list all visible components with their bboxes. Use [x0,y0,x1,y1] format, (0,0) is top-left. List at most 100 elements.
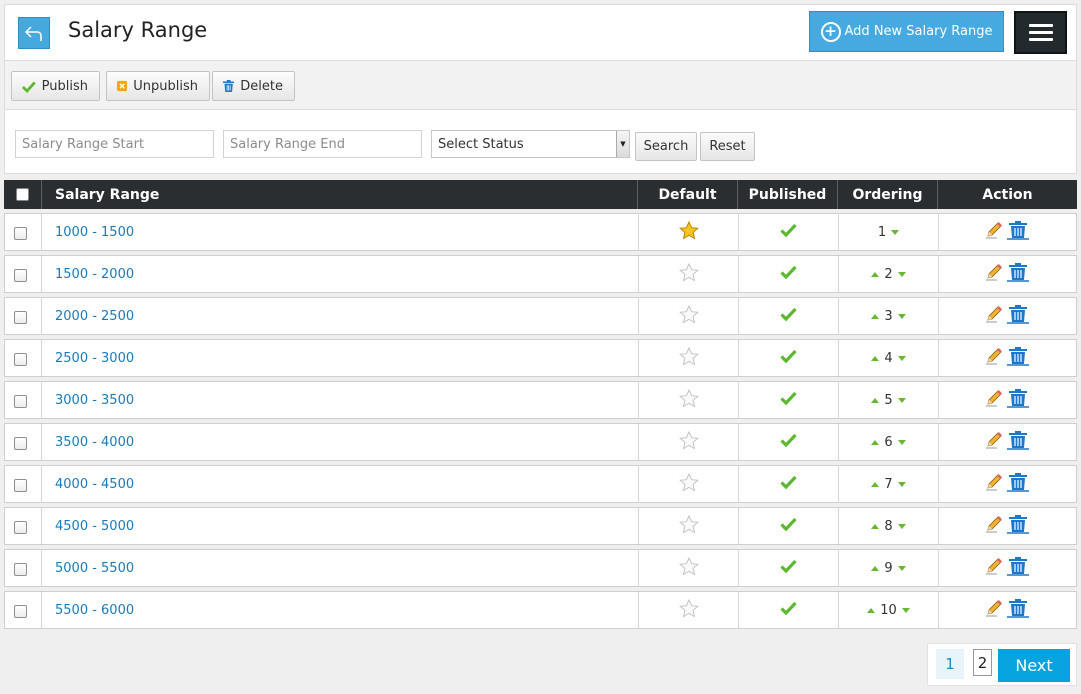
move-down-icon[interactable] [901,607,910,613]
move-down-icon[interactable] [897,565,906,571]
edit-pencil-icon[interactable] [985,263,1003,285]
star-empty-icon[interactable] [678,304,699,328]
move-up-icon[interactable] [871,313,880,319]
search-button[interactable]: Search [635,132,697,161]
unpublish-button[interactable]: Unpublish [106,71,210,101]
published-check-icon[interactable] [780,223,797,241]
published-check-icon[interactable] [780,265,797,283]
published-check-icon[interactable] [780,559,797,577]
select-all-checkbox[interactable] [16,188,29,201]
delete-trash-icon[interactable] [1006,388,1030,412]
published-check-icon[interactable] [780,601,797,619]
salary-range-link[interactable]: 1000 - 1500 [55,225,134,240]
salary-range-link[interactable]: 4000 - 4500 [55,477,134,492]
edit-pencil-icon[interactable] [985,389,1003,411]
row-checkbox[interactable] [14,353,27,366]
delete-trash-icon[interactable] [1006,472,1030,496]
star-empty-icon[interactable] [678,262,699,286]
move-up-icon[interactable] [867,607,876,613]
salary-range-end-input[interactable] [223,130,422,158]
status-select[interactable]: Select Status ▼ [431,130,630,158]
edit-pencil-icon[interactable] [985,599,1003,621]
published-check-icon[interactable] [780,517,797,535]
row-checkbox[interactable] [14,269,27,282]
move-down-icon[interactable] [891,229,900,235]
published-check-icon[interactable] [780,391,797,409]
delete-trash-icon[interactable] [1006,514,1030,538]
move-down-icon[interactable] [897,481,906,487]
star-empty-icon[interactable] [678,556,699,580]
edit-pencil-icon[interactable] [985,221,1003,243]
salary-range-link[interactable]: 3000 - 3500 [55,393,134,408]
row-checkbox[interactable] [14,479,27,492]
column-header-default: Default [637,180,737,209]
row-checkbox[interactable] [14,563,27,576]
move-down-icon[interactable] [897,397,906,403]
default-cell [638,592,738,628]
move-down-icon[interactable] [897,439,906,445]
row-checkbox[interactable] [14,437,27,450]
star-empty-icon[interactable] [678,598,699,622]
move-up-icon[interactable] [871,523,880,529]
star-empty-icon[interactable] [678,388,699,412]
row-checkbox[interactable] [14,227,27,240]
salary-range-link[interactable]: 3500 - 4000 [55,435,134,450]
published-check-icon[interactable] [780,475,797,493]
salary-range-link[interactable]: 2500 - 3000 [55,351,134,366]
salary-range-link[interactable]: 2000 - 2500 [55,309,134,324]
move-up-icon[interactable] [871,397,880,403]
move-down-icon[interactable] [897,313,906,319]
delete-trash-icon[interactable] [1006,556,1030,580]
salary-range-link[interactable]: 4500 - 5000 [55,519,134,534]
salary-range-start-input[interactable] [15,130,214,158]
page-header: Salary Range + Add New Salary Range [4,4,1077,60]
publish-button[interactable]: Publish [11,71,100,101]
delete-trash-icon[interactable] [1006,220,1030,244]
page-1-link[interactable]: 1 [936,649,964,679]
row-checkbox[interactable] [14,311,27,324]
star-filled-icon[interactable] [678,220,699,244]
row-checkbox[interactable] [14,605,27,618]
published-check-icon[interactable] [780,433,797,451]
reset-button[interactable]: Reset [700,132,755,161]
salary-range-link[interactable]: 5500 - 6000 [55,603,134,618]
delete-trash-icon[interactable] [1006,430,1030,454]
edit-pencil-icon[interactable] [985,557,1003,579]
move-up-icon[interactable] [871,271,880,277]
row-checkbox[interactable] [14,395,27,408]
delete-trash-icon[interactable] [1006,304,1030,328]
star-empty-icon[interactable] [678,514,699,538]
star-empty-icon[interactable] [678,346,699,370]
add-new-salary-range-button[interactable]: + Add New Salary Range [809,11,1004,52]
salary-range-link[interactable]: 5000 - 5500 [55,561,134,576]
order-value: 2 [884,266,893,282]
delete-trash-icon[interactable] [1006,598,1030,622]
edit-pencil-icon[interactable] [985,305,1003,327]
salary-range-link[interactable]: 1500 - 2000 [55,267,134,282]
delete-trash-icon[interactable] [1006,262,1030,286]
page-2-link[interactable]: 2 [973,649,992,676]
move-up-icon[interactable] [871,355,880,361]
hamburger-menu-button[interactable] [1014,11,1067,54]
move-down-icon[interactable] [897,355,906,361]
published-check-icon[interactable] [780,307,797,325]
published-check-icon[interactable] [780,349,797,367]
move-up-icon[interactable] [871,439,880,445]
edit-pencil-icon[interactable] [985,473,1003,495]
move-up-icon[interactable] [871,565,880,571]
move-up-icon[interactable] [871,481,880,487]
delete-button[interactable]: Delete [212,71,295,101]
move-down-icon[interactable] [897,271,906,277]
edit-pencil-icon[interactable] [985,515,1003,537]
edit-pencil-icon[interactable] [985,431,1003,453]
edit-pencil-icon[interactable] [985,347,1003,369]
star-empty-icon[interactable] [678,430,699,454]
default-cell [638,340,738,376]
published-cell [738,466,838,502]
row-checkbox[interactable] [14,521,27,534]
star-empty-icon[interactable] [678,472,699,496]
move-down-icon[interactable] [897,523,906,529]
back-button[interactable] [18,17,50,49]
next-page-button[interactable]: Next [998,649,1070,682]
delete-trash-icon[interactable] [1006,346,1030,370]
